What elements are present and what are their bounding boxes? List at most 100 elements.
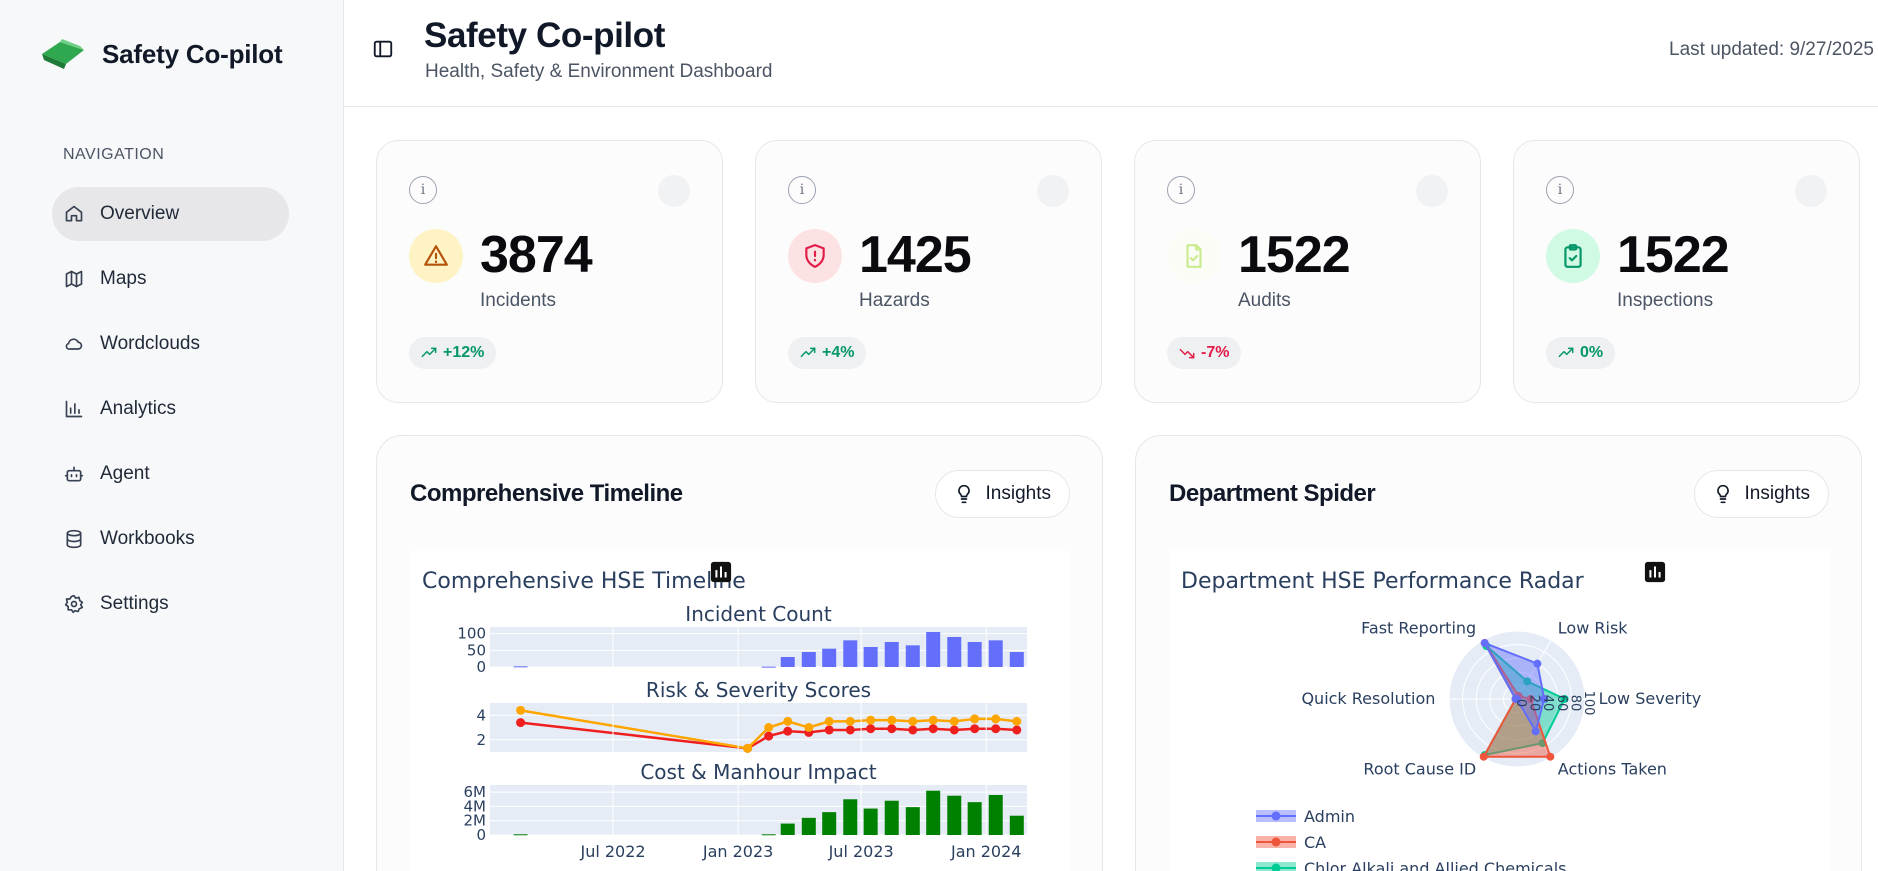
y-tick-label: 100 (457, 625, 486, 643)
axis-label: Fast Reporting (1361, 618, 1476, 637)
info-icon[interactable]: i (1546, 176, 1574, 204)
card-menu-button[interactable] (1795, 175, 1827, 207)
series-point (1012, 716, 1022, 726)
info-icon[interactable]: i (788, 176, 816, 204)
home-icon (65, 205, 83, 222)
series-point (887, 724, 897, 734)
brand[interactable]: Safety Co-pilot (40, 38, 283, 70)
series-point (783, 716, 793, 726)
series-point (824, 716, 834, 726)
main-content: Safety Co-pilot Health, Safety & Environ… (344, 0, 1878, 871)
nav-item-agent[interactable]: Agent (52, 447, 289, 501)
stat-icon-badge (1546, 229, 1600, 283)
plotly-logo-icon[interactable] (710, 561, 1022, 585)
nav-item-overview[interactable]: Overview (52, 187, 289, 241)
card-menu-button[interactable] (658, 175, 690, 207)
series-point (866, 724, 876, 734)
radial-tick-label: 40 (1540, 695, 1555, 712)
series-point (804, 723, 814, 732)
bar (988, 640, 1003, 667)
insights-button[interactable]: Insights (1693, 470, 1829, 518)
series-point (1012, 725, 1022, 735)
page-subtitle: Health, Safety & Environment Dashboard (425, 61, 773, 82)
legend-label: Chlor Alkali and Allied Chemicals (1304, 859, 1567, 871)
zoom-in-icon[interactable] (711, 561, 894, 585)
card-title: Comprehensive Timeline (410, 480, 683, 507)
insights-button[interactable]: Insights (934, 470, 1070, 518)
stat-label: Incidents (480, 290, 557, 311)
series-point (743, 743, 753, 753)
page-header: Safety Co-pilot Health, Safety & Environ… (344, 0, 1878, 107)
zoom-icon[interactable] (1646, 561, 1700, 585)
shield-alert-icon (805, 244, 825, 268)
sidebar-toggle-icon[interactable] (372, 38, 394, 60)
nav-item-maps[interactable]: Maps (52, 252, 289, 306)
radar-point (1533, 659, 1542, 668)
series-point (824, 725, 834, 735)
radar-point (1480, 639, 1489, 648)
nav-item-label: Maps (100, 268, 147, 289)
zoom-out-icon[interactable] (711, 561, 926, 585)
bar (905, 807, 920, 835)
trending-up-icon (421, 347, 437, 358)
y-tick-label: 0 (476, 658, 486, 676)
card-title: Department Spider (1169, 480, 1376, 507)
radial-tick-label: 80 (1567, 695, 1582, 712)
series-point (783, 726, 793, 736)
plotly-logo-icon[interactable] (1644, 561, 1796, 585)
radial-tick-label: 20 (1527, 695, 1542, 712)
card-menu-button[interactable] (1037, 175, 1069, 207)
warning-triangle-icon (424, 245, 448, 266)
bar (801, 652, 816, 667)
box-select-icon[interactable] (1645, 561, 1732, 585)
chart-title: Comprehensive HSE Timeline (422, 569, 746, 594)
info-icon[interactable]: i (1167, 176, 1195, 204)
trending-up-icon (800, 347, 816, 358)
box-select-icon[interactable] (711, 561, 830, 585)
panel-title: Risk & Severity Scores (646, 678, 871, 702)
x-tick-label: Jan 2023 (702, 842, 773, 861)
y-tick-label: 6M (464, 783, 487, 801)
nav-item-wordclouds[interactable]: Wordclouds (52, 317, 289, 371)
stat-label: Hazards (859, 290, 930, 311)
radial-tick-label: 100 (1581, 691, 1596, 716)
bar (947, 795, 962, 835)
nav-item-label: Analytics (100, 398, 177, 419)
series-point (764, 723, 774, 732)
bar (863, 808, 878, 835)
series-point (970, 724, 980, 734)
series-point (764, 731, 774, 741)
series-point (908, 725, 918, 735)
lasso-icon[interactable] (1647, 561, 1764, 585)
nav-item-label: Agent (100, 463, 150, 484)
axis-label: Low Risk (1558, 618, 1628, 637)
bar (884, 800, 899, 835)
info-icon[interactable]: i (409, 176, 437, 204)
bar (1009, 652, 1024, 667)
nav-item-label: Wordclouds (100, 333, 200, 354)
bar (780, 657, 795, 667)
lightbulb-icon (1716, 484, 1729, 504)
chart-title: Department HSE Performance Radar (1181, 569, 1585, 594)
legend-marker (1271, 811, 1281, 821)
zoom-icon[interactable] (712, 561, 766, 585)
axis-label: Quick Resolution (1301, 689, 1435, 708)
nav-item-settings[interactable]: Settings (52, 577, 289, 631)
nav-item-analytics[interactable]: Analytics (52, 382, 289, 436)
series-point (908, 716, 918, 726)
trend-value: +12% (443, 344, 485, 361)
bar (905, 645, 920, 667)
bar (926, 790, 941, 835)
radar-point (1531, 727, 1540, 736)
pan-icon[interactable] (710, 561, 798, 585)
card-menu-button[interactable] (1416, 175, 1448, 207)
nav-menu: Overview Maps Wordclouds Analytics Agent… (52, 187, 289, 642)
reset-home-icon[interactable] (711, 561, 990, 585)
last-updated: Last updated: 9/27/2025 (1669, 39, 1874, 60)
lasso-icon[interactable] (713, 561, 862, 585)
bar (967, 642, 982, 667)
trending-up-icon (1558, 347, 1574, 358)
bar (1009, 815, 1024, 835)
nav-item-workbooks[interactable]: Workbooks (52, 512, 289, 566)
autoscale-icon[interactable] (711, 561, 958, 585)
